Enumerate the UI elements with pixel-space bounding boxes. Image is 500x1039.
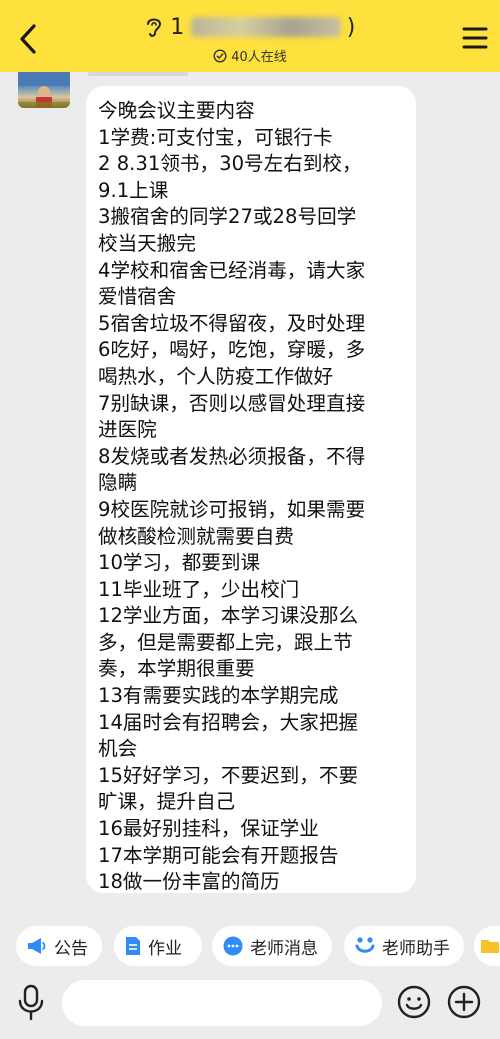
assistant-icon bbox=[355, 937, 375, 953]
microphone-icon bbox=[18, 984, 44, 1021]
teacher-messages-chip[interactable]: 老师消息 bbox=[212, 926, 332, 966]
avatar-image bbox=[18, 72, 70, 108]
more-button[interactable] bbox=[446, 984, 482, 1020]
chat-bubble-icon bbox=[223, 936, 243, 956]
online-status: 40人在线 bbox=[130, 46, 370, 65]
emoji-button[interactable] bbox=[396, 984, 432, 1020]
chat-title-suffix: ) bbox=[346, 14, 356, 40]
redacted-title bbox=[190, 17, 341, 37]
homework-label: 作业 bbox=[148, 938, 182, 959]
folder-icon bbox=[481, 940, 499, 953]
sender-name bbox=[88, 72, 188, 76]
teacher-messages-label: 老师消息 bbox=[250, 938, 318, 959]
homework-chip[interactable]: 作业 bbox=[114, 926, 202, 966]
document-icon bbox=[126, 937, 140, 955]
announcement-label: 公告 bbox=[54, 938, 88, 959]
avatar[interactable] bbox=[18, 72, 70, 108]
chat-area[interactable]: 今晚会议主要内容 1学费:可支付宝，可银行卡 2 8.31领书，30号左右到校，… bbox=[0, 72, 500, 920]
ear-icon bbox=[147, 18, 162, 37]
more-chip[interactable] bbox=[474, 926, 500, 966]
chat-title-prefix: 1 bbox=[170, 14, 185, 40]
teacher-assistant-chip[interactable]: 老师助手 bbox=[344, 926, 464, 966]
online-count: 40人在线 bbox=[231, 50, 287, 65]
input-bar bbox=[0, 972, 500, 1039]
plus-circle-icon bbox=[447, 985, 481, 1019]
chat-title-area[interactable]: 1 ) 40人在线 bbox=[130, 12, 370, 65]
message-input[interactable] bbox=[62, 980, 382, 1026]
chevron-left-icon bbox=[20, 24, 36, 54]
top-bar: 1 ) 40人在线 bbox=[0, 0, 500, 72]
message-text: 今晚会议主要内容 1学费:可支付宝，可银行卡 2 8.31领书，30号左右到校，… bbox=[98, 99, 366, 894]
teacher-assistant-label: 老师助手 bbox=[382, 938, 450, 959]
smiley-icon bbox=[397, 985, 431, 1019]
check-circle-icon bbox=[213, 48, 227, 63]
announcement-chip[interactable]: 公告 bbox=[16, 926, 102, 966]
message-bubble[interactable]: 今晚会议主要内容 1学费:可支付宝，可银行卡 2 8.31领书，30号左右到校，… bbox=[86, 86, 416, 893]
megaphone-icon bbox=[28, 938, 46, 954]
voice-button[interactable] bbox=[16, 984, 46, 1022]
hamburger-icon bbox=[462, 27, 488, 49]
menu-button[interactable] bbox=[462, 26, 488, 50]
back-button[interactable] bbox=[14, 22, 42, 56]
quick-actions-bar: 公告 作业 老师消息 老师助手 bbox=[0, 926, 500, 968]
